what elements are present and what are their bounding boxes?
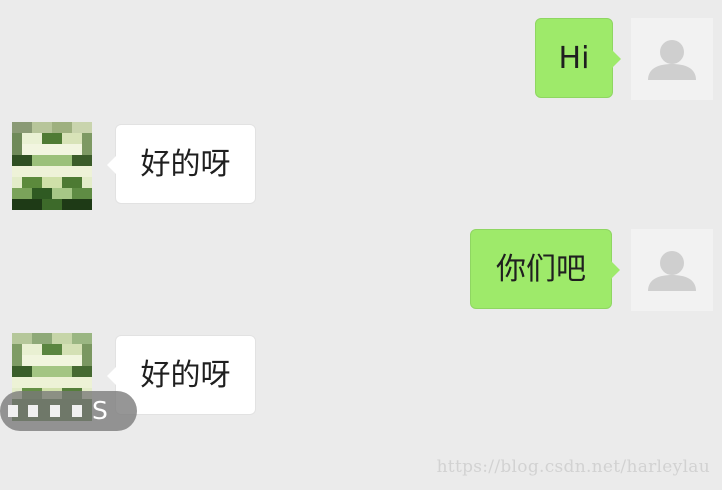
message-row: Hi [0,18,722,102]
chat-window: Hi 好的呀 你们吧 好的呀 S https://blog.csdn.net/h… [0,0,722,490]
default-user-icon [648,251,696,291]
default-user-icon [648,40,696,80]
message-text: 你们吧 [496,252,586,287]
message-row: 好的呀 [0,122,722,210]
user-avatar[interactable] [631,18,713,100]
floating-overlay-pill[interactable]: S [0,391,137,431]
pixel-block [8,405,18,417]
message-text: Hi [558,41,590,76]
user-avatar[interactable] [631,229,713,311]
pixel-block [50,405,60,417]
pill-label: S [92,396,108,425]
watermark-text: https://blog.csdn.net/harleylau [436,457,710,477]
contact-avatar[interactable] [12,122,92,210]
message-text: 好的呀 [140,147,231,182]
incoming-message-bubble[interactable]: 好的呀 [107,124,256,204]
message-text: 好的呀 [140,358,231,393]
message-row: 你们吧 [0,229,722,313]
outgoing-message-bubble[interactable]: Hi [535,18,621,98]
outgoing-message-bubble[interactable]: 你们吧 [470,229,620,309]
pixelated-avatar [12,122,92,210]
incoming-message-bubble[interactable]: 好的呀 [107,335,256,415]
pixel-block [72,405,82,417]
pixel-block [28,405,38,417]
